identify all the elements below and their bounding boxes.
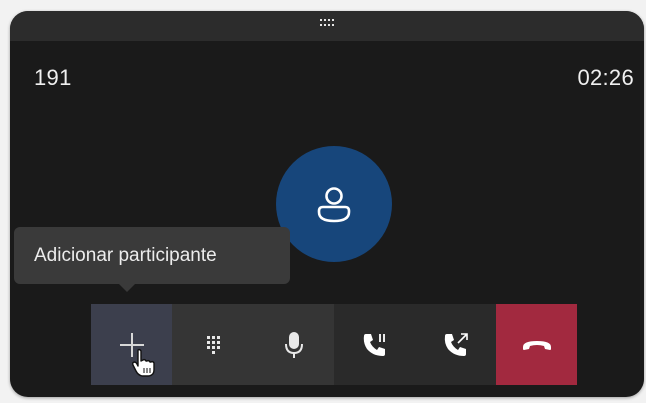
- user-icon: [317, 187, 351, 223]
- add-participant-button[interactable]: [91, 304, 172, 385]
- microphone-icon: [284, 331, 303, 358]
- tooltip-arrow: [118, 283, 136, 292]
- title-bar[interactable]: [10, 11, 644, 41]
- dialpad-icon: [206, 335, 220, 354]
- hand-cursor-icon: [131, 348, 155, 377]
- call-window: 191 02:26 Adicionar participante: [10, 11, 644, 397]
- hold-call-button[interactable]: [334, 304, 415, 385]
- phone-hold-icon: [363, 333, 385, 356]
- call-timer: 02:26: [577, 65, 634, 90]
- drag-handle-icon[interactable]: [320, 19, 334, 33]
- microphone-button[interactable]: [253, 304, 334, 385]
- avatar: [276, 146, 392, 262]
- hang-up-button[interactable]: [496, 304, 577, 385]
- call-controls: [91, 304, 577, 385]
- hang-up-icon: [522, 340, 551, 350]
- dialpad-button[interactable]: [172, 304, 253, 385]
- phone-transfer-icon: [444, 332, 468, 356]
- transfer-call-button[interactable]: [415, 304, 496, 385]
- tooltip-text: Adicionar participante: [34, 244, 217, 266]
- caller-number: 191: [34, 65, 72, 90]
- tooltip: Adicionar participante: [14, 227, 290, 284]
